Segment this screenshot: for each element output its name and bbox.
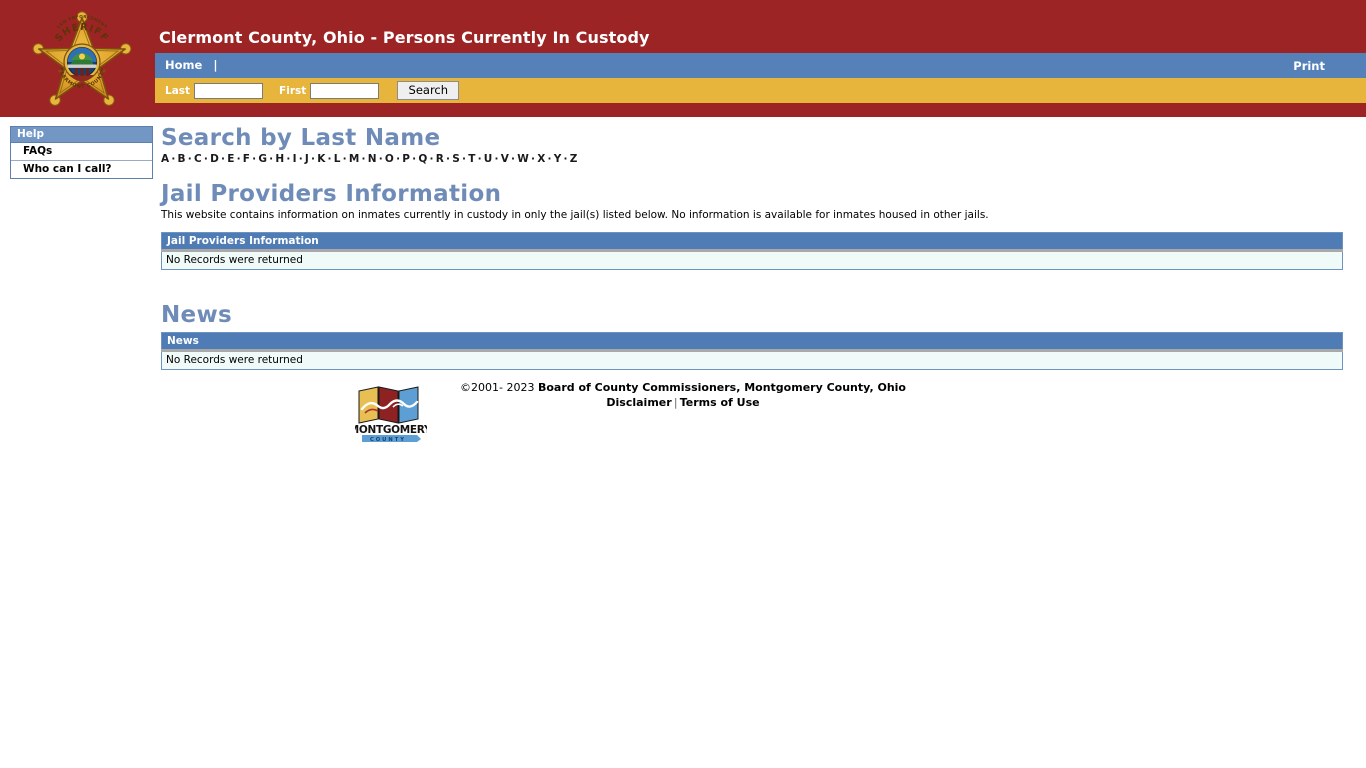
nav-item-home[interactable]: Home [165,58,202,72]
search-button[interactable]: Search [397,81,460,100]
footer-link-separator: | [673,396,678,409]
copyright-years: ©2001- 2023 [460,381,535,394]
alphabet-separator: · [220,153,226,165]
alphabet-link-n[interactable]: N [368,153,377,165]
alphabet-separator: · [547,153,552,165]
site-header: SHERIFF CLERMONT COUNTY LAW ENFORCEMENT … [0,0,1366,117]
alphabet-separator: · [531,153,536,165]
alphabet-separator: · [511,153,516,165]
alphabet-separator: · [477,153,482,165]
alphabet-separator: · [361,153,366,165]
alphabet-link-b[interactable]: B [178,153,186,165]
alphabet-separator: · [327,153,332,165]
footer-copyright-line: ©2001- 2023 Board of County Commissioner… [460,380,906,395]
montgomery-county-logo-icon: MONTGOMERY COUNTY [349,385,432,443]
jail-providers-table-header: Jail Providers Information [161,232,1343,252]
footer-links-line: Disclaimer | Terms of Use [460,395,906,410]
table-header-row: News [161,332,1343,352]
jail-providers-intro: This website contains information on inm… [161,209,989,221]
table-row: No Records were returned [161,250,1343,270]
board-of-commissioners-text: Board of County Commissioners, Montgomer… [537,381,906,394]
alphabet-separator: · [378,153,383,165]
site-footer: MONTGOMERY COUNTY ©2001- 2023 Board of C… [0,380,1366,443]
alphabet-link-g[interactable]: G [258,153,267,165]
alphabet-separator: · [286,153,291,165]
alphabet-separator: · [311,153,316,165]
alphabet-separator: · [203,153,209,165]
alphabet-separator: · [429,153,434,165]
main-nav-bar: Home | Print [155,53,1366,78]
heading-search-by-last-name: Search by Last Name [161,125,441,151]
alphabet-separator: · [446,153,451,165]
alphabet-link-r[interactable]: R [436,153,444,165]
alphabet-separator: · [563,153,568,165]
alphabet-link-v[interactable]: V [501,153,509,165]
alphabet-link-p[interactable]: P [402,153,410,165]
alphabet-link-u[interactable]: U [484,153,493,165]
alphabet-link-m[interactable]: M [349,153,360,165]
jail-providers-table: Jail Providers Information No Records we… [161,232,1343,270]
sidebar-header-help: Help [11,127,152,143]
alphabet-link-x[interactable]: X [537,153,545,165]
main-content: Search by Last Name A · B · C · D · E · F · G · H · I · J ·… [161,126,1351,370]
sheriff-star-badge-icon: SHERIFF CLERMONT COUNTY LAW ENFORCEMENT [22,8,142,116]
first-name-label: First [279,84,307,97]
alphabet-separator: · [187,153,192,165]
alphabet-separator: · [461,153,467,165]
page-title: Clermont County, Ohio - Persons Currentl… [159,28,650,47]
news-table-header: News [161,332,1343,352]
last-name-label: Last [165,84,191,97]
footer-inner: MONTGOMERY COUNTY ©2001- 2023 Board of C… [349,380,906,443]
terms-of-use-link[interactable]: Terms of Use [680,396,760,409]
alphabet-link-c[interactable]: C [194,153,202,165]
nav-separator: | [213,58,218,72]
first-name-input[interactable] [310,82,380,99]
alphabet-link-k[interactable]: K [317,153,325,165]
alphabet-link-w[interactable]: W [517,153,529,165]
alphabet-separator: · [494,153,499,165]
alphabet-separator: · [342,153,347,165]
sidebar-item-who-can-i-call[interactable]: Who can I call? [11,161,152,178]
news-table: News No Records were returned [161,332,1343,370]
jail-providers-empty-message: No Records were returned [161,250,1343,270]
alphabet-link-e[interactable]: E [227,153,234,165]
alphabet-link-d[interactable]: D [210,153,219,165]
search-controls: Last First Search [165,78,460,103]
table-header-row: Jail Providers Information [161,232,1343,252]
alphabet-link-t[interactable]: T [468,153,475,165]
help-sidebar: Help FAQs Who can I call? [10,126,153,179]
alphabet-link-z[interactable]: Z [570,153,578,165]
nav-right-group: Print [1293,59,1325,73]
alphabet-link-q[interactable]: Q [418,153,427,165]
table-row: No Records were returned [161,350,1343,370]
alphabet-separator: · [236,153,241,165]
print-button[interactable]: Print [1293,59,1325,73]
disclaimer-link[interactable]: Disclaimer [606,396,671,409]
alphabet-link-o[interactable]: O [385,153,394,165]
alphabet-link-s[interactable]: S [452,153,460,165]
alphabet-separator: · [298,153,303,165]
search-bar: Last First Search [155,78,1366,103]
last-name-input[interactable] [194,82,264,99]
svg-text:MONTGOMERY: MONTGOMERY [355,424,427,436]
sidebar-item-faqs[interactable]: FAQs [11,143,152,161]
svg-text:COUNTY: COUNTY [370,437,406,443]
news-empty-message: No Records were returned [161,350,1343,370]
heading-news: News [161,302,232,328]
alphabet-link-y[interactable]: Y [554,153,562,165]
heading-jail-providers: Jail Providers Information [161,181,502,207]
alphabet-index: A · B · C · D · E · F · G · H · I · J · K · L · M · N · O · P · Q · R · S · T ·… [161,153,1351,165]
nav-left-group: Home | [165,58,222,72]
alphabet-separator: · [171,153,176,165]
alphabet-link-l[interactable]: L [334,153,341,165]
news-section: News News No Records were returned [161,303,1351,370]
